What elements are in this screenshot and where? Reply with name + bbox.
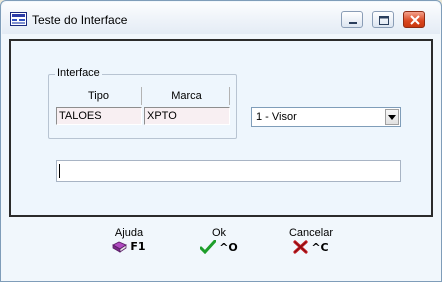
dialog-window: Teste do Interface Interface Tipo Marca … bbox=[0, 0, 442, 282]
title-bar[interactable]: Teste do Interface bbox=[2, 2, 440, 34]
cancel-shortcut: ^C bbox=[311, 240, 329, 254]
close-icon bbox=[410, 15, 420, 25]
window-title: Teste do Interface bbox=[32, 13, 128, 27]
checkmark-icon bbox=[200, 240, 217, 254]
maximize-icon bbox=[379, 16, 389, 25]
help-button-label: Ajuda bbox=[114, 227, 144, 239]
interface-group-label: Interface bbox=[55, 67, 102, 79]
app-icon[interactable] bbox=[10, 12, 27, 26]
device-select-value: 1 - Visor bbox=[256, 111, 297, 123]
device-select[interactable]: 1 - Visor bbox=[251, 107, 401, 127]
minimize-icon bbox=[349, 22, 357, 24]
text-caret bbox=[59, 164, 60, 178]
cancel-button[interactable]: Cancelar ^C bbox=[283, 227, 339, 261]
dialog-content: Interface Tipo Marca TALOES XPTO 1 - Vis… bbox=[9, 39, 433, 217]
cancel-x-icon bbox=[293, 240, 308, 254]
cancel-button-label: Cancelar bbox=[288, 227, 334, 239]
maximize-button[interactable] bbox=[372, 11, 394, 28]
marca-value: XPTO bbox=[144, 107, 230, 125]
column-header-tipo: Tipo bbox=[56, 87, 142, 105]
dropdown-arrow-icon[interactable] bbox=[385, 109, 399, 125]
minimize-button[interactable] bbox=[341, 11, 363, 28]
ok-button-label: Ok bbox=[211, 227, 227, 239]
close-button[interactable] bbox=[403, 11, 425, 28]
tipo-value: TALOES bbox=[56, 107, 142, 125]
help-book-icon bbox=[112, 241, 128, 253]
ok-button[interactable]: Ok ^O bbox=[196, 227, 242, 261]
ok-shortcut: ^O bbox=[219, 240, 238, 254]
column-header-marca: Marca bbox=[144, 87, 230, 105]
help-shortcut: F1 bbox=[130, 240, 146, 253]
help-button[interactable]: Ajuda F1 bbox=[106, 227, 152, 261]
text-input[interactable] bbox=[56, 160, 401, 182]
